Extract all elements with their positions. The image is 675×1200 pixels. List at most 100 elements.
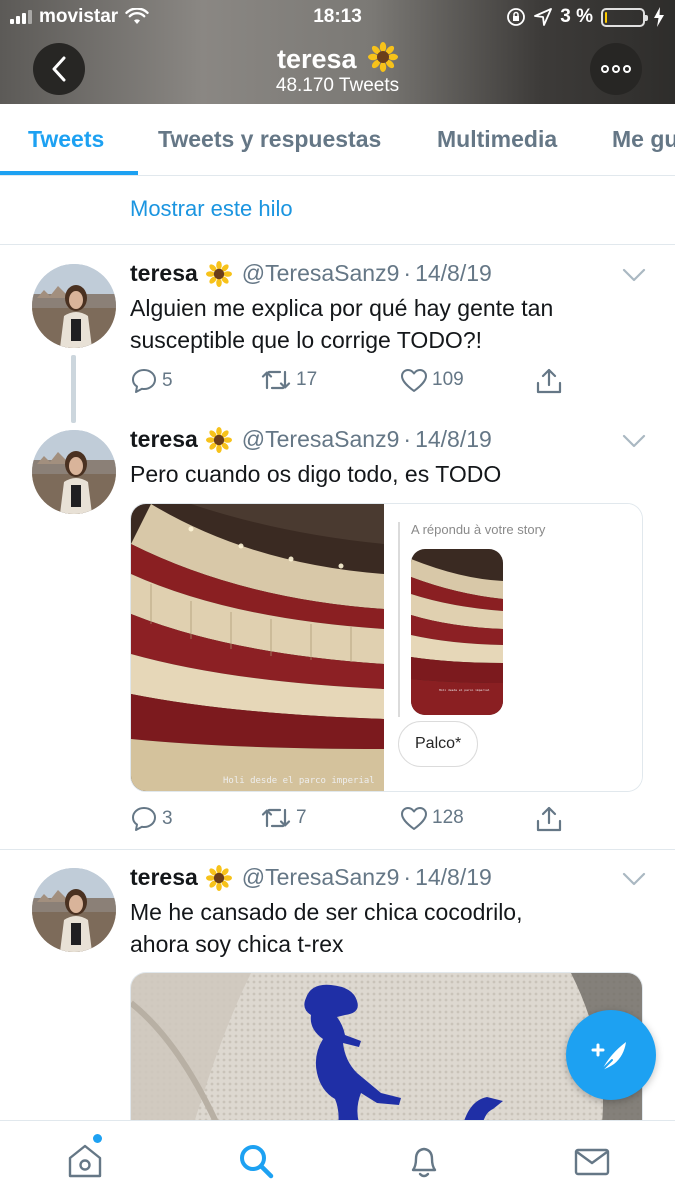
avatar-photo xyxy=(32,430,116,514)
status-bar: movistar 18:13 3 % xyxy=(0,0,675,34)
tweet-author-name[interactable]: teresa xyxy=(130,864,198,891)
profile-name-row: teresa xyxy=(0,42,675,75)
story-reply-label: A répondu à votre story xyxy=(411,522,546,537)
share-button[interactable] xyxy=(535,367,563,395)
tweet-actions: 3 7 128 xyxy=(130,805,580,835)
tab-search[interactable] xyxy=(236,1141,276,1181)
compose-tweet-button[interactable] xyxy=(566,1010,656,1100)
more-horizontal-icon xyxy=(601,65,631,73)
avatar[interactable] xyxy=(32,430,116,514)
retweet-count: 17 xyxy=(296,369,318,390)
tab-tweets-and-replies[interactable]: Tweets y respuestas xyxy=(158,126,381,153)
tweet-date[interactable]: 14/8/19 xyxy=(415,864,492,891)
story-caption: Holi desde el parco imperial xyxy=(439,688,490,692)
story-thumbnail: Holi desde el parco imperial xyxy=(411,549,503,715)
tweet-handle[interactable]: @TeresaSanz9 xyxy=(242,864,400,891)
notifications-bell-icon xyxy=(411,1147,437,1178)
reply-bubble-icon xyxy=(132,807,156,831)
tab-tweets[interactable]: Tweets xyxy=(28,126,104,153)
avatar[interactable] xyxy=(32,868,116,952)
reply-button[interactable]: 5 xyxy=(130,367,173,395)
tab-notifications[interactable] xyxy=(404,1141,444,1181)
theater-balconies-image xyxy=(131,504,384,791)
retweet-icon xyxy=(261,370,291,390)
tweet-text: Pero cuando os digo todo, es TODO xyxy=(130,461,502,487)
story-quote-bar xyxy=(398,522,400,717)
sunflower-icon xyxy=(205,426,232,453)
reply-count: 5 xyxy=(162,370,173,391)
more-options-button[interactable] xyxy=(590,43,642,95)
like-count: 109 xyxy=(432,369,464,390)
profile-name: teresa xyxy=(276,44,357,74)
tweet-handle[interactable]: @TeresaSanz9 xyxy=(242,426,400,453)
tweet-handle[interactable]: @TeresaSanz9 xyxy=(242,260,400,287)
tab-home[interactable] xyxy=(65,1141,105,1181)
heart-icon xyxy=(401,369,427,392)
sunflower-icon xyxy=(205,864,232,891)
tweet-actions: 5 17 109 xyxy=(130,367,580,397)
show-thread-link[interactable]: Mostrar este hilo xyxy=(130,196,293,222)
tweet-header: teresa @TeresaSanz9 · 14/8/19 xyxy=(130,260,492,287)
active-tab-indicator xyxy=(0,171,138,175)
retweet-button[interactable]: 17 xyxy=(260,367,317,393)
like-button[interactable]: 109 xyxy=(400,367,464,393)
battery-percent: 3 % xyxy=(560,6,593,27)
story-reply-screenshot[interactable]: A répondu à votre story Holi desde el pa… xyxy=(387,504,642,791)
like-count: 128 xyxy=(432,807,464,828)
avatar-photo xyxy=(32,264,116,348)
tweet-text-line: Me he cansado de ser chica cocodrilo, xyxy=(130,899,523,925)
tweet-author-name[interactable]: teresa xyxy=(130,426,198,453)
profile-header: movistar 18:13 3 % teresa 48.170 Tweets xyxy=(0,0,675,104)
compose-feather-icon xyxy=(591,1042,626,1071)
search-icon xyxy=(240,1145,274,1179)
tab-likes[interactable]: Me gusta xyxy=(612,126,675,153)
retweet-count: 7 xyxy=(296,807,307,828)
reply-bubble-icon xyxy=(132,369,156,393)
tab-media[interactable]: Multimedia xyxy=(437,126,557,153)
share-icon xyxy=(536,368,562,394)
messages-envelope-icon xyxy=(574,1148,610,1176)
home-icon xyxy=(68,1144,102,1178)
avatar[interactable] xyxy=(32,264,116,348)
tab-messages[interactable] xyxy=(572,1141,612,1181)
home-unread-dot xyxy=(93,1134,102,1143)
chevron-down-icon[interactable] xyxy=(622,434,646,448)
divider xyxy=(0,849,675,850)
photo-caption: Holi desde el parco imperial xyxy=(223,776,375,786)
profile-tabs: Tweets Tweets y respuestas Multimedia Me… xyxy=(0,104,675,176)
reply-button[interactable]: 3 xyxy=(130,805,173,833)
tweet-date[interactable]: 14/8/19 xyxy=(415,260,492,287)
share-button[interactable] xyxy=(535,805,563,833)
like-button[interactable]: 128 xyxy=(400,805,464,831)
heart-icon xyxy=(401,807,427,830)
retweet-icon xyxy=(261,808,291,828)
reply-count: 3 xyxy=(162,808,173,829)
divider xyxy=(0,244,675,245)
profile-title: teresa 48.170 Tweets xyxy=(0,42,675,97)
tweet-date[interactable]: 14/8/19 xyxy=(415,426,492,453)
sunflower-icon xyxy=(205,260,232,287)
charging-bolt-icon xyxy=(654,7,664,27)
avatar-photo xyxy=(32,868,116,952)
separator-dot: · xyxy=(403,864,412,890)
separator-dot: · xyxy=(403,260,412,286)
orientation-lock-icon xyxy=(507,8,526,26)
tweet-text-line: ahora soy chica t-rex xyxy=(130,931,344,957)
chevron-down-icon[interactable] xyxy=(622,872,646,886)
tweet-text: Alguien me explica por qué hay gente tan… xyxy=(130,295,554,353)
share-icon xyxy=(536,806,562,832)
retweet-button[interactable]: 7 xyxy=(260,805,307,831)
sunflower-icon xyxy=(368,42,399,72)
battery-icon xyxy=(601,7,648,27)
tweet-media[interactable]: Holi desde el parco imperial A répondu à… xyxy=(130,503,643,792)
tweet-text: Me he cansado de ser chica cocodrilo, ah… xyxy=(130,896,630,960)
tweet-header: teresa @TeresaSanz9 · 14/8/19 xyxy=(130,864,492,891)
bottom-tab-bar xyxy=(0,1120,675,1200)
story-reply-bubble: Palco* xyxy=(398,721,479,767)
tweet-author-name[interactable]: teresa xyxy=(130,260,198,287)
theater-photo[interactable]: Holi desde el parco imperial xyxy=(131,504,384,791)
location-arrow-icon xyxy=(534,8,553,26)
separator-dot: · xyxy=(403,426,412,452)
chevron-down-icon[interactable] xyxy=(622,268,646,282)
tweet-header: teresa @TeresaSanz9 · 14/8/19 xyxy=(130,426,492,453)
